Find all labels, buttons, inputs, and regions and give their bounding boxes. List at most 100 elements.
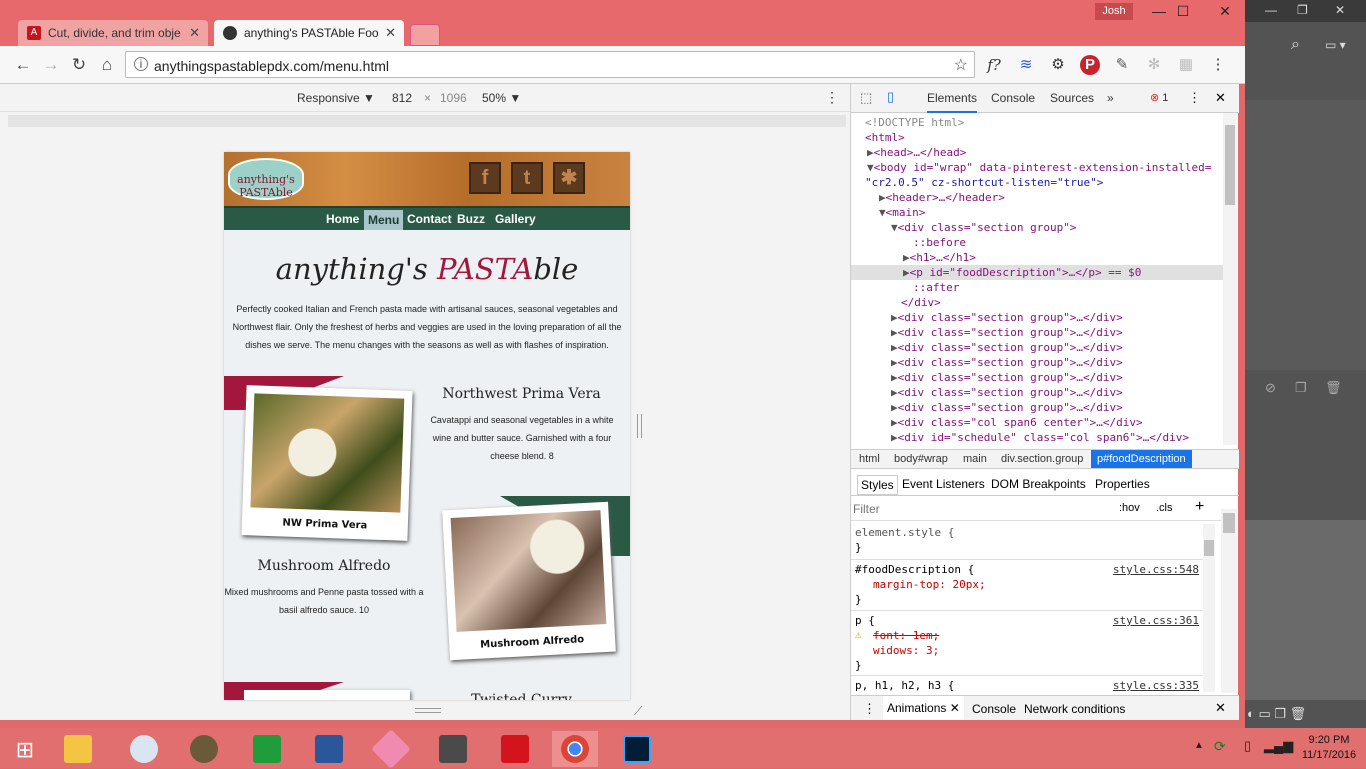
signal-icon[interactable]: ▂▄▆ (1264, 738, 1293, 754)
expand-icon[interactable]: ▶ (903, 251, 910, 264)
wave-extension-icon[interactable]: ≋ (1016, 55, 1036, 75)
source-link[interactable]: style.css:361 (1113, 614, 1199, 627)
add-rule-icon[interactable]: + (1195, 498, 1204, 516)
grid-extension-icon[interactable]: ▦ (1176, 55, 1196, 75)
scroll-thumb[interactable] (1225, 125, 1235, 205)
expand-icon[interactable]: ▶ (879, 191, 886, 204)
resize-handle-bottom[interactable] (415, 708, 441, 713)
style-rule[interactable]: p, h1, h2, h3 { style.css:335 (851, 677, 1203, 693)
close-icon[interactable]: ✕ (385, 25, 396, 41)
dom-node[interactable]: "cr2.0.5" cz-shortcut-listen="true"> (851, 175, 1223, 190)
tab-console-drawer[interactable]: Console (972, 702, 1016, 716)
panel-tool-icon[interactable]: ◐ ▭ ❐ 🗑 (1247, 706, 1306, 722)
scroll-thumb[interactable] (1223, 513, 1235, 533)
gear-icon[interactable]: ⚙ (1048, 55, 1068, 75)
style-rule[interactable]: #foodDescription { style.css:548 margin-… (851, 561, 1203, 611)
facebook-icon[interactable]: f (469, 162, 501, 194)
zoom-select[interactable]: 50% ▼ (482, 91, 521, 105)
source-link[interactable]: style.css:548 (1113, 563, 1199, 576)
expand-icon[interactable]: ▶ (903, 266, 910, 279)
nav-home[interactable]: Home (326, 212, 359, 226)
workspace-icon[interactable]: ▭ ▾ (1325, 38, 1346, 52)
css-property-invalid[interactable]: font: 1em; (873, 629, 939, 642)
tab-adobe[interactable]: A Cut, divide, and trim obje ✕ (18, 20, 208, 46)
dom-node[interactable]: ▶<div class="section group">…</div> (851, 355, 1223, 370)
css-property[interactable]: widows: 3; (873, 644, 939, 657)
dom-node[interactable]: ▼<body id="wrap" data-pinterest-extensio… (851, 160, 1223, 175)
maximize-icon[interactable]: ☐ (1166, 0, 1200, 22)
dom-node[interactable]: </div> (851, 295, 1223, 310)
taskbar-gimp[interactable] (181, 731, 227, 767)
nav-buzz[interactable]: Buzz (457, 212, 485, 226)
dom-node[interactable]: ::before (851, 235, 1223, 250)
address-bar[interactable]: i anythingspastablepdx.com/menu.html ☆ (125, 51, 975, 78)
taskbar-word[interactable] (306, 731, 352, 767)
new-tab-button[interactable] (410, 24, 440, 46)
expand-icon[interactable]: ▶ (891, 311, 898, 324)
start-button[interactable]: ⊞ (2, 731, 48, 767)
devtools-close-icon[interactable]: ✕ (1215, 90, 1226, 106)
tab-styles[interactable]: Styles (857, 475, 898, 495)
collapse-icon[interactable]: ▼ (891, 221, 898, 234)
scroll-thumb[interactable] (1204, 540, 1214, 556)
tab-animations[interactable]: Animations ✕ (883, 696, 964, 720)
hov-toggle[interactable]: :hov (1119, 502, 1140, 514)
twitter-icon[interactable]: t (511, 162, 543, 194)
tab-network-conditions[interactable]: Network conditions (1024, 702, 1125, 716)
style-rule[interactable]: element.style { } (851, 524, 1203, 560)
media-query-ruler[interactable] (8, 115, 846, 127)
restore-icon[interactable]: ❐ (1297, 3, 1308, 17)
drawer-menu-icon[interactable]: ⋮ (863, 701, 876, 717)
dom-node[interactable]: ::after (851, 280, 1223, 295)
expand-icon[interactable]: ▶ (891, 356, 898, 369)
expand-icon[interactable]: ▶ (891, 386, 898, 399)
dish-photo-card[interactable]: NW Prima Vera (241, 385, 413, 541)
taskbar-chrome[interactable] (552, 731, 598, 767)
tab-console[interactable]: Console (991, 91, 1035, 105)
dom-node[interactable]: ▶<h1>…</h1> (851, 250, 1223, 265)
inspect-icon[interactable]: ⬚ (860, 90, 872, 106)
dom-scrollbar[interactable] (1223, 113, 1237, 445)
tab-elements[interactable]: Elements (927, 91, 978, 113)
no-icon[interactable]: ⊘ (1265, 380, 1276, 396)
more-options-icon[interactable]: ⋮ (825, 89, 839, 106)
info-icon[interactable]: i (134, 57, 148, 71)
crumb-div[interactable]: div.section.group (1001, 453, 1083, 465)
source-link[interactable]: style.css:335 (1113, 679, 1199, 692)
dom-node[interactable]: ▶<div class="section group">…</div> (851, 325, 1223, 340)
dom-node[interactable]: ▶<header>…</header> (851, 190, 1223, 205)
back-icon[interactable]: ← (12, 54, 34, 76)
drawer-close-icon[interactable]: ✕ (1215, 700, 1226, 716)
width-input[interactable]: 812 (392, 91, 412, 105)
dom-node[interactable]: <html> (851, 130, 1223, 145)
tab-dom-breakpoints[interactable]: DOM Breakpoints (991, 477, 1086, 491)
nav-gallery[interactable]: Gallery (495, 212, 536, 226)
dom-node[interactable]: ▶<div class="section group">…</div> (851, 370, 1223, 385)
resize-corner-icon[interactable]: ⟋ (634, 704, 642, 719)
dom-node[interactable]: ▶<div class="section group">…</div> (851, 385, 1223, 400)
battery-icon[interactable]: ▯ (1244, 738, 1251, 754)
more-tabs-icon[interactable]: » (1107, 91, 1114, 105)
menu-icon[interactable]: ⋮ (1208, 55, 1228, 75)
sidebar-scrollbar[interactable] (1221, 509, 1237, 693)
dom-node[interactable]: <!DOCTYPE html> (851, 115, 1223, 130)
style-rule[interactable]: p { style.css:361 ⚠ font: 1em; widows: 3… (851, 612, 1203, 676)
tray-chevron-icon[interactable]: ▲ (1194, 740, 1204, 751)
tab-properties[interactable]: Properties (1095, 477, 1150, 491)
tab-pastable[interactable]: anything's PASTAble Foo ✕ (214, 20, 404, 46)
search-icon[interactable]: ⌕ (1291, 36, 1300, 54)
dom-node[interactable]: ▶<div class="section group">…</div> (851, 400, 1223, 415)
device-toggle-icon[interactable]: ▯ (887, 89, 894, 105)
dom-node-selected[interactable]: ▶<p id="foodDescription">…</p> == $0 (851, 265, 1223, 280)
crumb-html[interactable]: html (859, 453, 880, 465)
taskbar-snipping[interactable] (121, 731, 167, 767)
dom-node[interactable]: ▼<div class="section group"> (851, 220, 1223, 235)
crumb-body[interactable]: body#wrap (894, 453, 948, 465)
tab-sources[interactable]: Sources (1050, 91, 1094, 105)
nav-menu[interactable]: Menu (364, 210, 404, 230)
collapse-icon[interactable]: ▼ (879, 206, 886, 219)
error-counter[interactable]: ⊗ 1 (1150, 91, 1168, 104)
css-property[interactable]: margin-top: 20px; (873, 578, 986, 591)
close-icon[interactable]: ✕ (189, 25, 200, 41)
dom-node[interactable]: ▼<main> (851, 205, 1223, 220)
